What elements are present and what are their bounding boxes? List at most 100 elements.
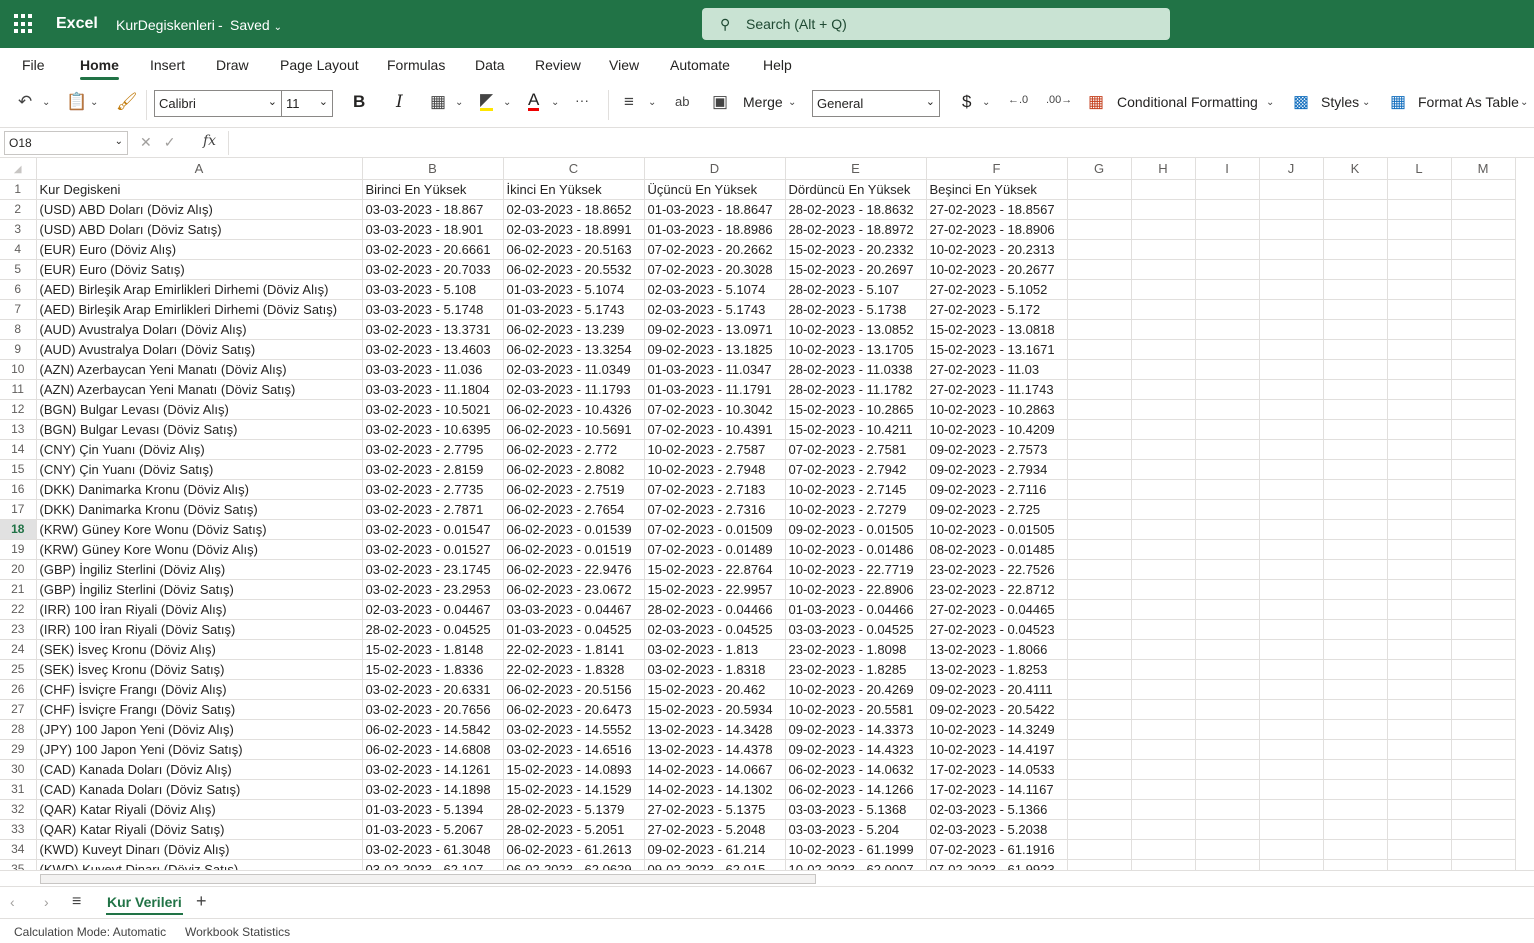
paste-dropdown-icon[interactable]: ⌄ (90, 97, 98, 108)
cell-b[interactable]: 03-02-2023 - 2.7795 (362, 439, 504, 460)
cell-i[interactable] (1195, 839, 1260, 860)
row-header[interactable]: 12 (0, 399, 37, 420)
cell-e[interactable]: 07-02-2023 - 2.7581 (785, 439, 927, 460)
row-header[interactable]: 32 (0, 799, 37, 820)
cell-h[interactable] (1131, 519, 1196, 540)
cell-g[interactable] (1067, 779, 1132, 800)
cell-c[interactable]: 02-03-2023 - 18.8652 (503, 199, 645, 220)
column-header-c[interactable]: C (503, 158, 645, 180)
cell-d[interactable]: 13-02-2023 - 14.4378 (644, 739, 786, 760)
cell-f[interactable]: 10-02-2023 - 20.2677 (926, 259, 1068, 280)
cell-a[interactable]: (AUD) Avustralya Doları (Döviz Alış) (36, 319, 363, 340)
cell-b[interactable]: 06-02-2023 - 14.5842 (362, 719, 504, 740)
font-name-select[interactable]: Calibri ⌄ (154, 90, 282, 117)
row-header[interactable]: 16 (0, 479, 37, 500)
cell-d[interactable]: 15-02-2023 - 22.8764 (644, 559, 786, 580)
cell-j[interactable] (1259, 239, 1324, 260)
cell-l[interactable] (1387, 799, 1452, 820)
row-header[interactable]: 3 (0, 219, 37, 240)
cell-l[interactable] (1387, 479, 1452, 500)
cell-c[interactable]: 06-02-2023 - 2.8082 (503, 459, 645, 480)
cell-c[interactable]: 06-02-2023 - 13.239 (503, 319, 645, 340)
scrollbar-thumb[interactable] (40, 874, 816, 884)
cell-j[interactable] (1259, 599, 1324, 620)
tab-file[interactable]: File (22, 57, 45, 73)
cell-m[interactable] (1451, 719, 1516, 740)
row-header[interactable]: 33 (0, 819, 37, 840)
cell-i[interactable] (1195, 579, 1260, 600)
cell-d[interactable]: 03-02-2023 - 1.813 (644, 639, 786, 660)
cell-j[interactable] (1259, 379, 1324, 400)
cell-f[interactable]: 10-02-2023 - 0.01505 (926, 519, 1068, 540)
row-header[interactable]: 9 (0, 339, 37, 360)
cell-m[interactable] (1451, 419, 1516, 440)
column-header-l[interactable]: L (1387, 158, 1452, 180)
cell-h[interactable] (1131, 539, 1196, 560)
cell-e[interactable]: 09-02-2023 - 14.4323 (785, 739, 927, 760)
cell-h[interactable] (1131, 759, 1196, 780)
cell-h[interactable] (1131, 659, 1196, 680)
cell-k[interactable] (1323, 719, 1388, 740)
cell-c[interactable]: 06-02-2023 - 22.9476 (503, 559, 645, 580)
cell-a[interactable]: (AED) Birleşik Arap Emirlikleri Dirhemi … (36, 279, 363, 300)
cell-m[interactable] (1451, 239, 1516, 260)
cell-i[interactable] (1195, 399, 1260, 420)
row-header[interactable]: 15 (0, 459, 37, 480)
cell-a[interactable]: (SEK) İsveç Kronu (Döviz Satış) (36, 659, 363, 680)
cell-f[interactable]: 17-02-2023 - 14.1167 (926, 779, 1068, 800)
cell-l[interactable] (1387, 719, 1452, 740)
cell-j[interactable] (1259, 339, 1324, 360)
cell-j[interactable] (1259, 659, 1324, 680)
cell-j[interactable] (1259, 359, 1324, 380)
cell-m[interactable] (1451, 619, 1516, 640)
cell-k[interactable] (1323, 799, 1388, 820)
cell-i[interactable] (1195, 719, 1260, 740)
cell-j[interactable] (1259, 199, 1324, 220)
cell-g[interactable] (1067, 299, 1132, 320)
cell-c[interactable]: 01-03-2023 - 5.1074 (503, 279, 645, 300)
insert-function-button[interactable]: fx (203, 133, 216, 149)
cell-l[interactable] (1387, 259, 1452, 280)
cell-a[interactable]: (AED) Birleşik Arap Emirlikleri Dirhemi … (36, 299, 363, 320)
cell-h[interactable] (1131, 799, 1196, 820)
cell-j[interactable] (1259, 399, 1324, 420)
row-header[interactable]: 21 (0, 579, 37, 600)
cell-l[interactable] (1387, 599, 1452, 620)
cell-j[interactable] (1259, 799, 1324, 820)
cell-e[interactable]: 10-02-2023 - 0.01486 (785, 539, 927, 560)
cell-e[interactable]: 15-02-2023 - 10.2865 (785, 399, 927, 420)
cell-j[interactable] (1259, 319, 1324, 340)
cell-g[interactable] (1067, 379, 1132, 400)
cell-l[interactable] (1387, 279, 1452, 300)
cell-c[interactable]: 22-02-2023 - 1.8328 (503, 659, 645, 680)
cell-e[interactable]: 15-02-2023 - 10.4211 (785, 419, 927, 440)
cell-j[interactable] (1259, 579, 1324, 600)
cell-i[interactable] (1195, 439, 1260, 460)
cell-i[interactable] (1195, 519, 1260, 540)
cell-d[interactable]: Üçüncü En Yüksek (644, 179, 786, 200)
save-status[interactable]: Saved ⌄ (230, 17, 282, 33)
cell-e[interactable]: 10-02-2023 - 20.5581 (785, 699, 927, 720)
row-header[interactable]: 35 (0, 859, 37, 870)
cell-i[interactable] (1195, 759, 1260, 780)
cell-k[interactable] (1323, 559, 1388, 580)
cell-b[interactable]: 03-02-2023 - 0.01547 (362, 519, 504, 540)
cell-d[interactable]: 07-02-2023 - 0.01509 (644, 519, 786, 540)
cell-l[interactable] (1387, 239, 1452, 260)
cell-k[interactable] (1323, 819, 1388, 840)
row-header[interactable]: 8 (0, 319, 37, 340)
cell-k[interactable] (1323, 599, 1388, 620)
cell-c[interactable]: 03-02-2023 - 14.6516 (503, 739, 645, 760)
cell-b[interactable]: 03-03-2023 - 5.108 (362, 279, 504, 300)
cell-f[interactable]: 10-02-2023 - 10.4209 (926, 419, 1068, 440)
cell-k[interactable] (1323, 619, 1388, 640)
cell-h[interactable] (1131, 479, 1196, 500)
cell-a[interactable]: (GBP) İngiliz Sterlini (Döviz Satış) (36, 579, 363, 600)
cell-e[interactable]: 15-02-2023 - 20.2697 (785, 259, 927, 280)
cell-b[interactable]: 03-02-2023 - 20.7033 (362, 259, 504, 280)
cell-k[interactable] (1323, 259, 1388, 280)
cell-m[interactable] (1451, 519, 1516, 540)
column-header-h[interactable]: H (1131, 158, 1196, 180)
cell-c[interactable]: 15-02-2023 - 14.1529 (503, 779, 645, 800)
cell-k[interactable] (1323, 359, 1388, 380)
